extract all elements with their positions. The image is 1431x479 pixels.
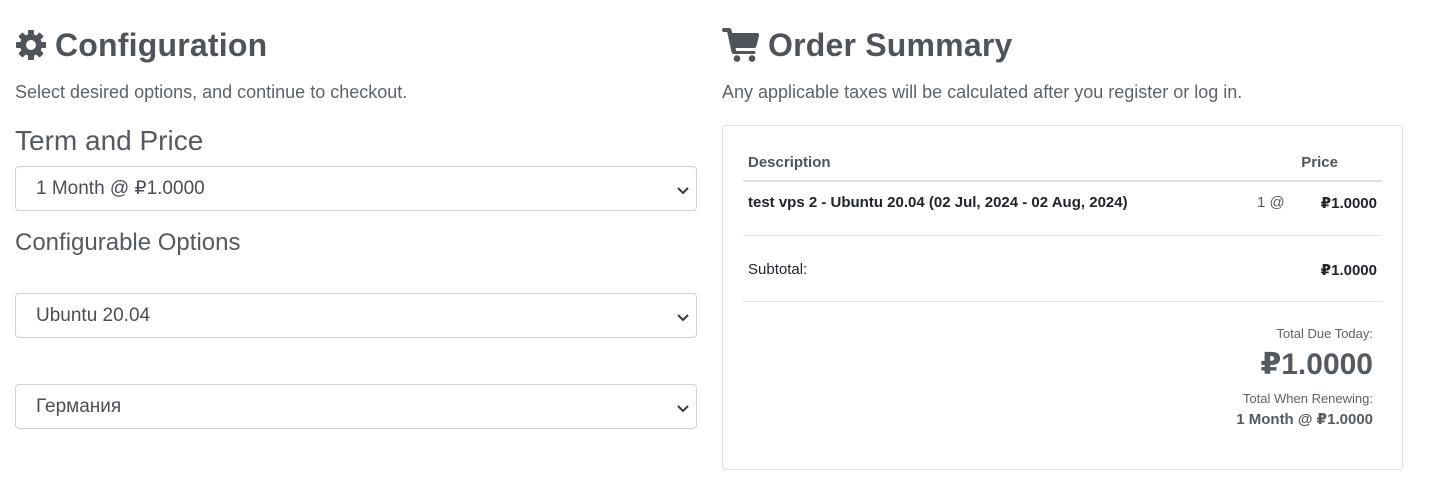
description-header: Description [748,154,831,171]
totals-block: Total Due Today: ₽1.0000 Total When Rene… [1236,326,1373,428]
configuration-panel: Configuration Select desired options, an… [15,26,697,429]
order-summary-box: Description Price test vps 2 - Ubuntu 20… [722,125,1403,470]
os-select-value: Ubuntu 20.04 [36,304,151,326]
subtotal-label: Subtotal: [748,261,808,278]
term-price-title: Term and Price [15,125,204,156]
total-due-label: Total Due Today: [1276,326,1373,341]
term-price-select[interactable]: 1 Month @ ₽1.0000 [15,166,697,211]
item-price: ₽1.0000 [1320,195,1377,212]
table-row: test vps 2 - Ubuntu 20.04 (02 Jul, 2024 … [743,184,1382,236]
item-quantity: 1 @ [1257,194,1285,211]
chevron-down-icon [676,181,690,203]
location-select-value: Германия [36,395,122,417]
subtotal-value: ₽1.0000 [1320,262,1377,279]
order-summary-subtitle: Any applicable taxes will be calculated … [722,82,1243,102]
price-header: Price [1301,154,1338,171]
order-summary-panel: Order Summary Any applicable taxes will … [722,26,1403,470]
chevron-down-icon [676,399,690,421]
total-due-value: ₽1.0000 [1260,348,1373,381]
chevron-down-icon [676,308,690,330]
os-select[interactable]: Ubuntu 20.04 [15,293,697,338]
shopping-cart-icon [722,28,760,62]
subtotal-row: Subtotal: ₽1.0000 [743,236,1382,302]
configuration-title: Configuration [55,26,268,63]
order-summary-heading: Order Summary [722,26,1403,64]
order-summary-title: Order Summary [768,26,1013,63]
configuration-heading: Configuration [15,26,697,64]
gear-icon [15,29,47,61]
table-header: Description Price [743,152,1382,182]
item-name: test vps 2 - Ubuntu 20.04 (02 Jul, 2024 … [748,194,1128,211]
configuration-subtitle: Select desired options, and continue to … [15,82,408,102]
total-renewing-label: Total When Renewing: [1242,391,1373,406]
total-renewing-value: 1 Month @ ₽1.0000 [1236,411,1373,428]
location-select[interactable]: Германия [15,384,697,429]
term-price-select-value: 1 Month @ ₽1.0000 [36,178,205,199]
configurable-options-title: Configurable Options [15,229,241,256]
